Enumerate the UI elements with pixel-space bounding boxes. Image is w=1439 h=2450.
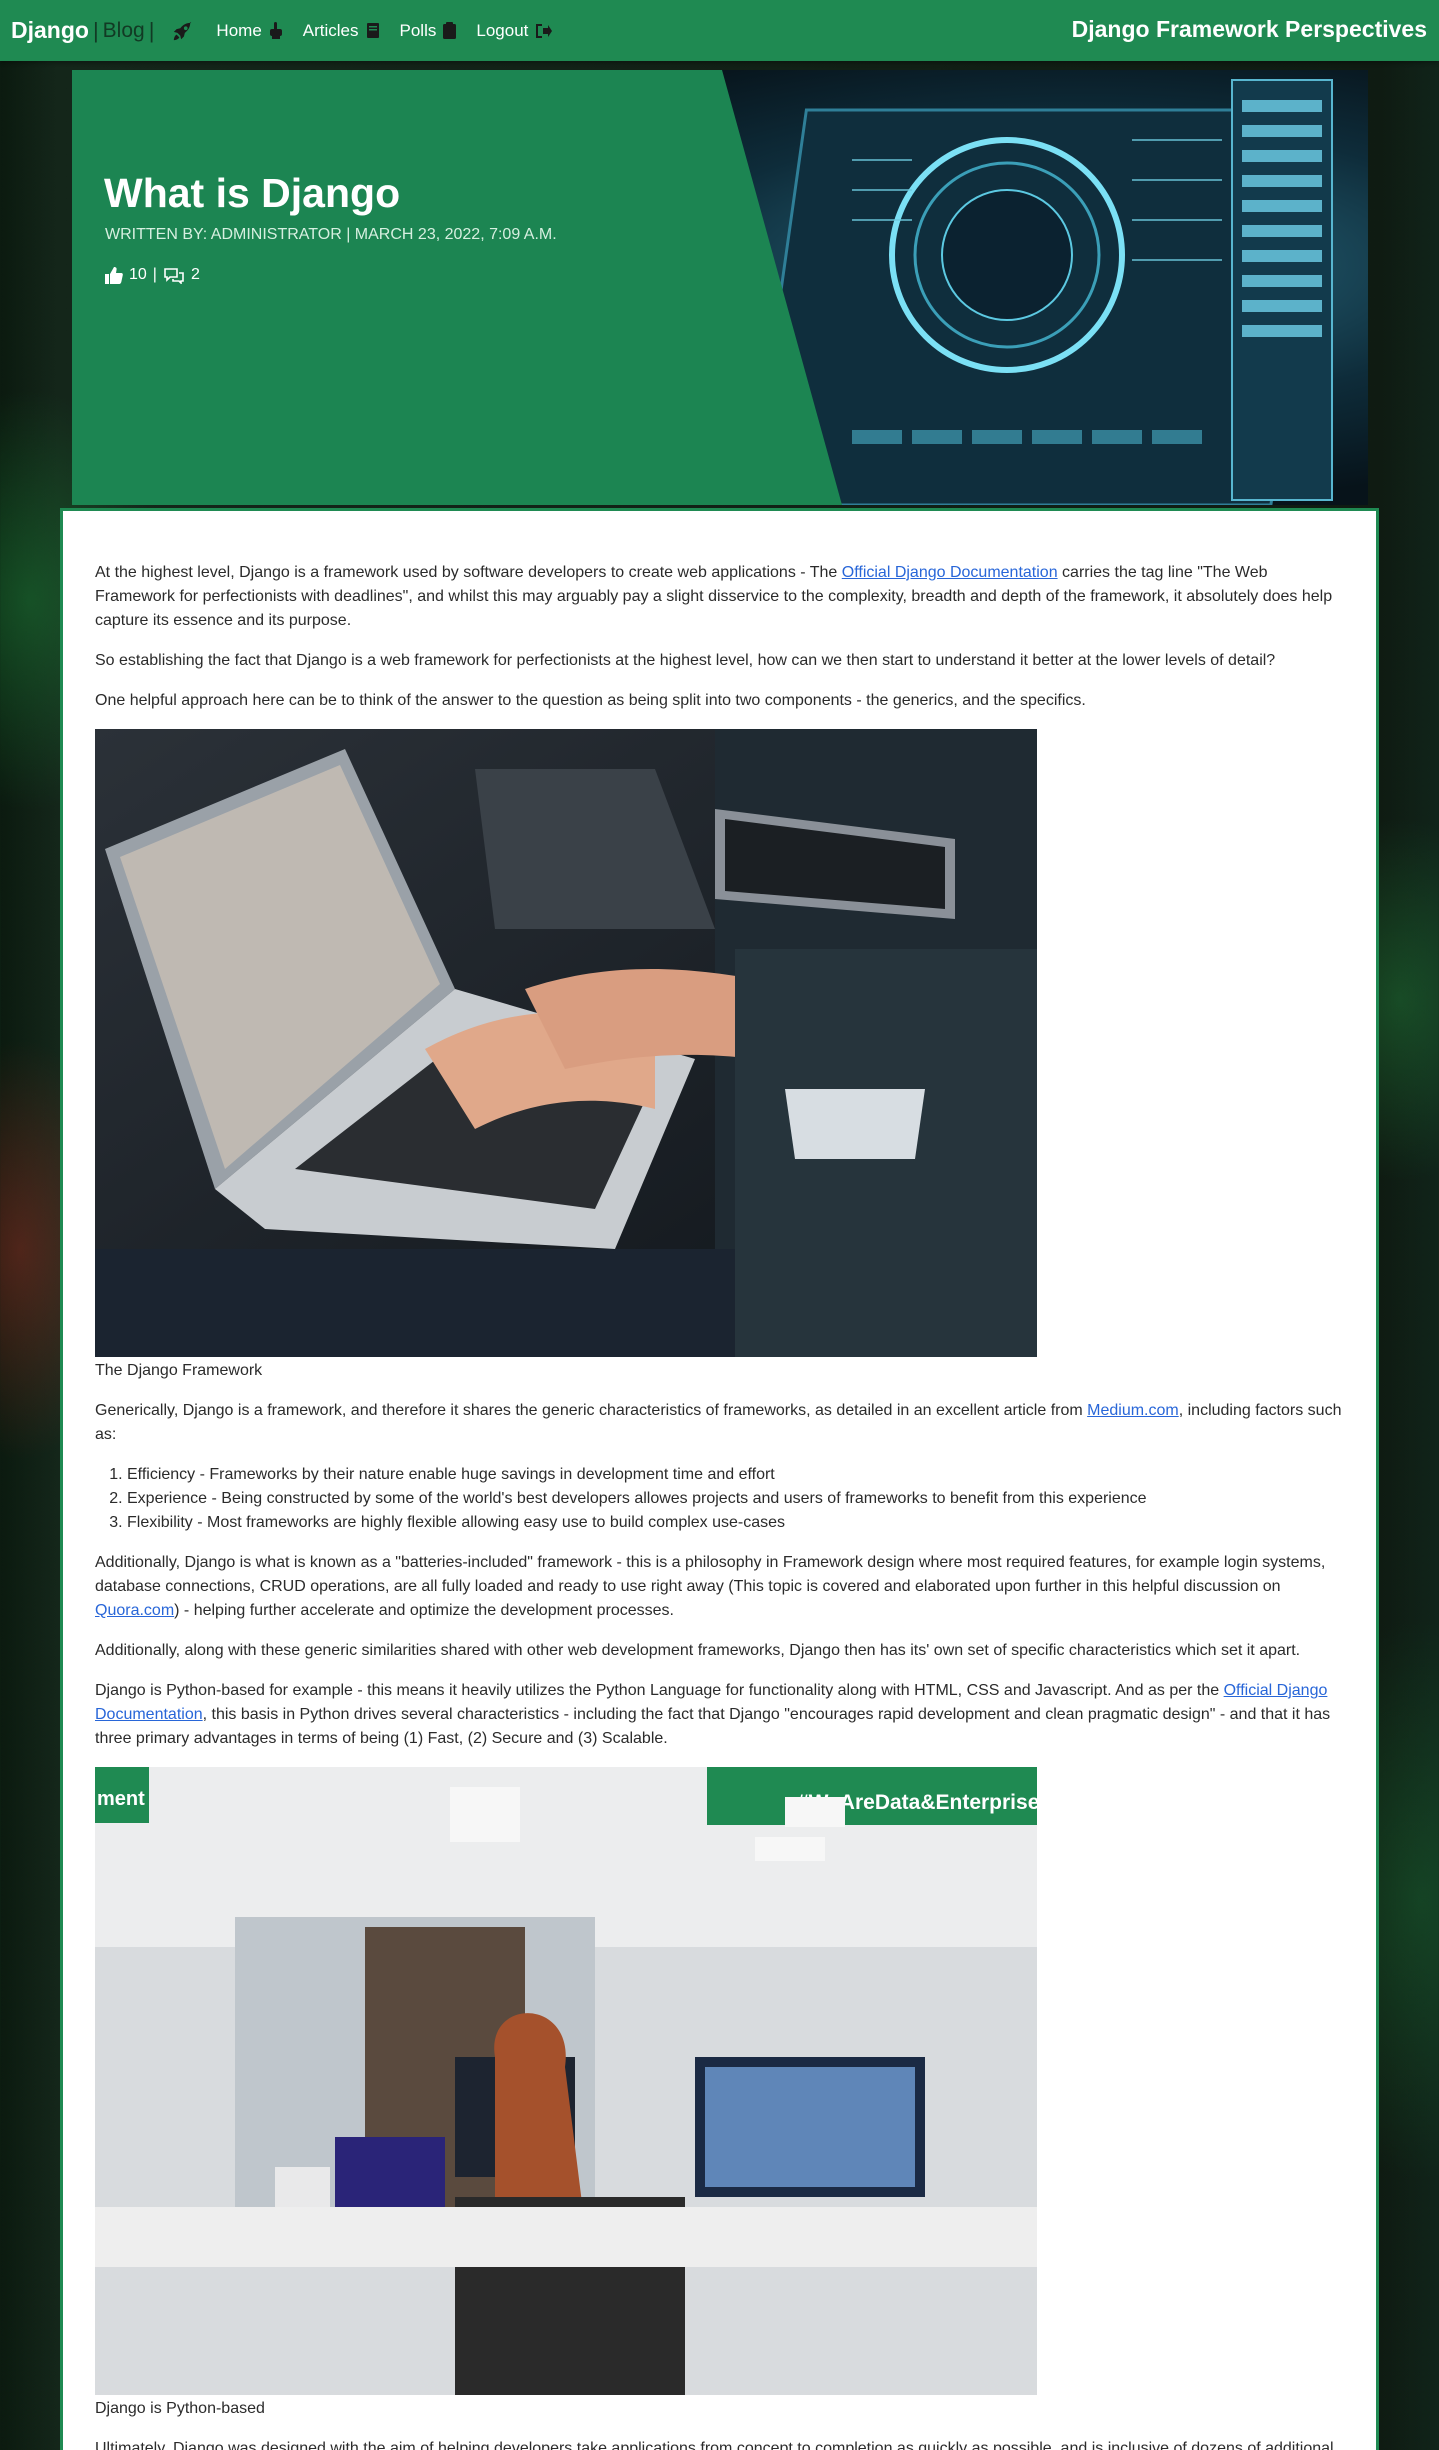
nav-links: Home Articles Polls Logout <box>216 21 572 41</box>
nav-logout-label: Logout <box>476 20 529 40</box>
quora-link[interactable]: Quora.com <box>95 1602 174 1619</box>
list-item: Experience - Being constructed by some o… <box>127 1487 1350 1511</box>
nav-polls[interactable]: Polls <box>400 21 457 41</box>
image-caption-1: The Django Framework <box>95 1362 263 1379</box>
paragraph-4-text: Generically, Django is a framework, and … <box>95 1402 1088 1419</box>
laptop-image <box>95 729 1037 1357</box>
article-card: At the highest level, Django is a framew… <box>60 508 1379 2450</box>
nav-home-label: Home <box>216 20 262 40</box>
site-title[interactable]: Django Framework Perspectives <box>1072 16 1427 43</box>
likes-count: 10 <box>129 266 147 283</box>
clipboard-icon <box>443 22 457 39</box>
medium-link[interactable]: Medium.com <box>1087 1402 1179 1419</box>
paragraph-4: Generically, Django is a framework, and … <box>95 1399 1350 1447</box>
article-body: At the highest level, Django is a framew… <box>95 561 1350 2450</box>
article-stats: 10 | 2 <box>105 266 200 284</box>
official-django-docs-link[interactable]: Official Django Documentation <box>842 564 1058 581</box>
paragraph-5: Additionally, Django is what is known as… <box>95 1551 1350 1623</box>
nav-logout[interactable]: Logout <box>476 20 553 41</box>
paragraph-5-text-end: ) - helping further accelerate and optim… <box>174 1602 674 1619</box>
paragraph-1-text: At the highest level, Django is a framew… <box>95 564 842 581</box>
comments-icon[interactable] <box>163 267 185 284</box>
article-title: What is Django <box>104 170 401 216</box>
nav-articles-label: Articles <box>302 20 359 40</box>
office-image: ment #WeAreData&Enterprise <box>95 1767 1037 2395</box>
framework-factors-list: Efficiency - Frameworks by their nature … <box>127 1463 1350 1535</box>
article-meta: WRITTEN BY: ADMINISTRATOR | MARCH 23, 20… <box>105 226 557 243</box>
list-item: Flexibility - Most frameworks are highly… <box>127 1511 1350 1535</box>
paragraph-6: Additionally, along with these generic s… <box>95 1642 1301 1659</box>
brand-separator: | <box>92 17 99 43</box>
nav-polls-label: Polls <box>399 20 437 40</box>
brand[interactable]: Django | Blog | <box>11 17 158 44</box>
list-item: Efficiency - Frameworks by their nature … <box>127 1463 1350 1487</box>
brand-name[interactable]: Django <box>11 17 89 44</box>
paragraph-7: Django is Python-based for example - thi… <box>95 1679 1350 1751</box>
logout-icon <box>536 23 553 38</box>
brand-separator-2: | <box>148 17 155 43</box>
paragraph-7-text: Django is Python-based for example - thi… <box>95 1682 1224 1699</box>
office-sign-left: ment <box>97 1788 145 1810</box>
hand-point-down-icon <box>269 21 282 39</box>
book-icon <box>366 23 379 38</box>
paragraph-5-text: Additionally, Django is what is known as… <box>95 1554 1326 1595</box>
paragraph-7-text-end: , this basis in Python drives several ch… <box>95 1706 1331 1747</box>
image-caption-2: Django is Python-based <box>95 2400 265 2417</box>
thumbs-up-icon[interactable] <box>105 266 123 284</box>
comments-count: 2 <box>190 266 200 283</box>
hero-banner: What is Django WRITTEN BY: ADMINISTRATOR… <box>72 70 1368 505</box>
brand-blog[interactable]: Blog <box>103 19 145 43</box>
paragraph-3: One helpful approach here can be to thin… <box>95 692 1086 709</box>
paragraph-1: At the highest level, Django is a framew… <box>95 561 1350 633</box>
paragraph-2: So establishing the fact that Django is … <box>95 652 1276 669</box>
nav-articles[interactable]: Articles <box>303 21 380 41</box>
navbar: Django | Blog | Home Articles Polls Logo… <box>0 0 1439 61</box>
rocket-icon <box>174 21 192 40</box>
nav-home[interactable]: Home <box>216 21 282 41</box>
stats-separator: | <box>152 266 157 283</box>
paragraph-8: Ultimately, Django was designed with the… <box>95 2440 1334 2450</box>
